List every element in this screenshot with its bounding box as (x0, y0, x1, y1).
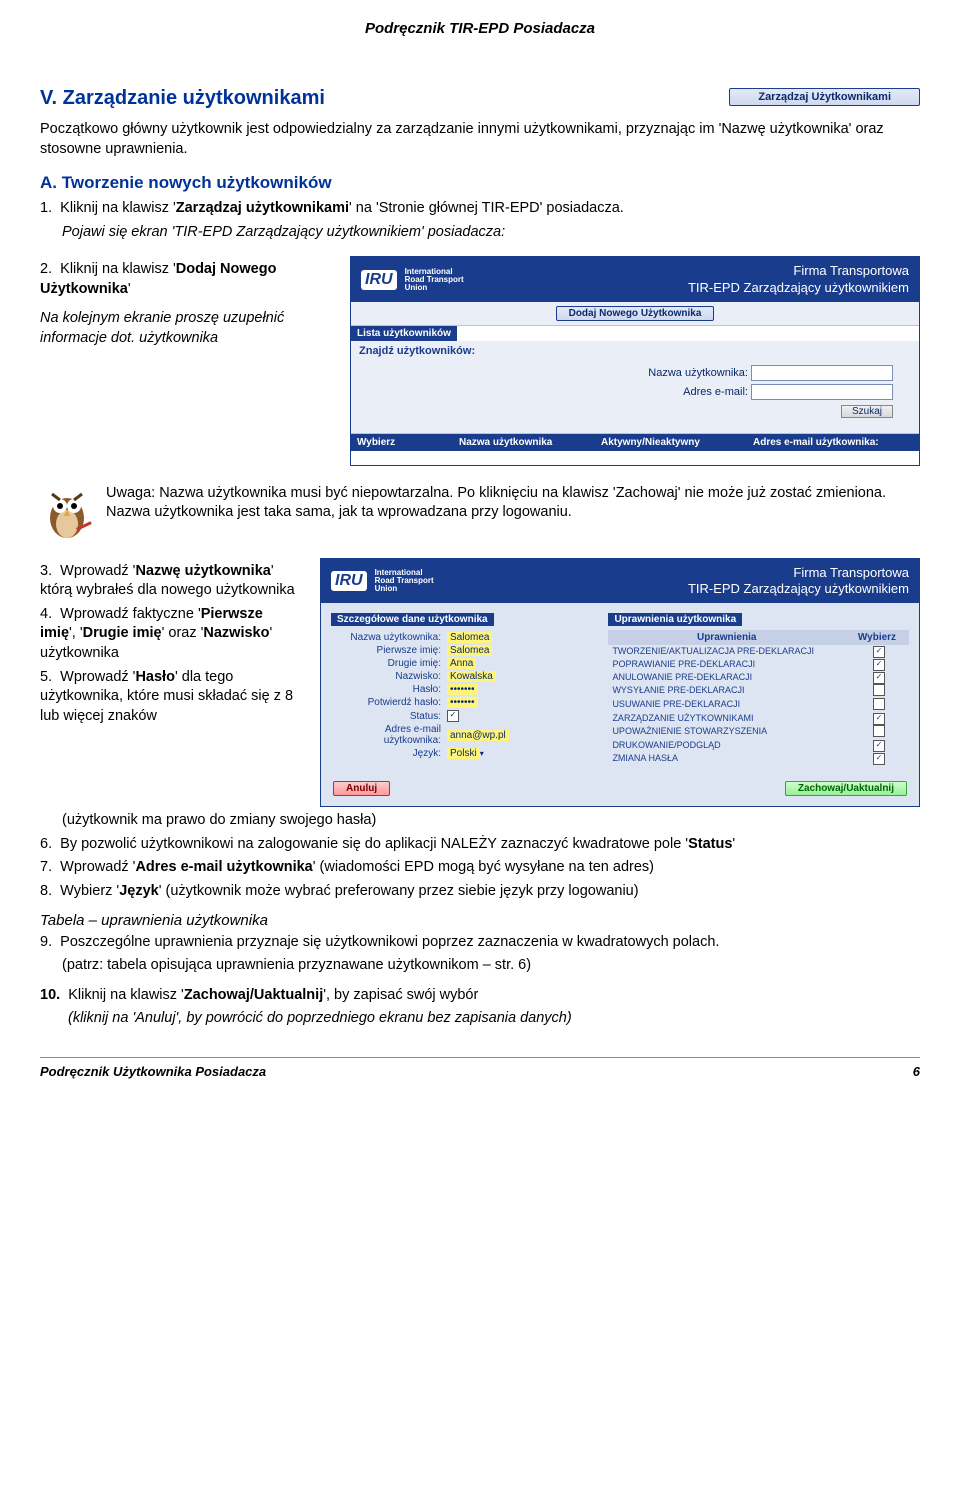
permission-checkbox[interactable] (873, 725, 885, 737)
find-users-label: Znajdź użytkowników: (359, 345, 475, 357)
iru-user-manager-screenshot-1: IRU International Road Transport Union F… (350, 256, 920, 466)
email-field[interactable]: anna@wp.pl (447, 730, 509, 741)
step-6: 6. By pozwolić użytkownikowi na zalogowa… (40, 835, 920, 855)
permission-label: POPRAWIANIE PRE-DEKLARACJI (608, 658, 849, 671)
permission-row: USUWANIE PRE-DEKLARACJI (608, 698, 909, 712)
cancel-button[interactable]: Anuluj (333, 781, 390, 796)
permission-label: ANULOWANIE PRE-DEKLARACJI (608, 671, 849, 684)
permission-label: TWORZENIE/AKTUALIZACJA PRE-DEKLARACJI (608, 645, 849, 658)
step-1: 1. Kliknij na klawisz 'Zarządzaj użytkow… (40, 199, 920, 219)
iru-logo: IRU (331, 571, 367, 591)
permission-row: UPOWAŻNIENIE STOWARZYSZENIA (608, 725, 909, 739)
permission-row: TWORZENIE/AKTUALIZACJA PRE-DEKLARACJI ✓ (608, 645, 909, 658)
password-field[interactable]: ••••••• (447, 684, 478, 695)
permission-label: UPOWAŻNIENIE STOWARZYSZENIA (608, 725, 849, 739)
step-3: 3. Wprowadź 'Nazwę użytkownika' którą wy… (40, 562, 300, 601)
section-v-heading: V. Zarządzanie użytkownikami (40, 87, 709, 110)
permission-checkbox[interactable]: ✓ (873, 713, 885, 725)
page-header-title: Podręcznik TIR-EPD Posiadacza (40, 20, 920, 37)
permission-label: ZMIANA HASŁA (608, 752, 849, 765)
permission-row: ANULOWANIE PRE-DEKLARACJI ✓ (608, 671, 909, 684)
footer-left: Podręcznik Użytkownika Posiadacza (40, 1064, 266, 1079)
permission-checkbox[interactable] (873, 684, 885, 696)
step-9-paren: (patrz: tabela opisująca uprawnienia prz… (40, 956, 920, 976)
permission-checkbox[interactable]: ✓ (873, 753, 885, 765)
permission-row: ZARZĄDZANIE UŻYTKOWNIKAMI ✓ (608, 712, 909, 725)
permission-checkbox[interactable]: ✓ (873, 659, 885, 671)
th-active: Aktywny/Nieaktywny (595, 434, 747, 451)
permission-label: ZARZĄDZANIE UŻYTKOWNIKAMI (608, 712, 849, 725)
secondname-field[interactable]: Anna (447, 658, 476, 669)
lastname-field[interactable]: Kowalska (447, 671, 496, 682)
email-search-input[interactable] (751, 384, 893, 400)
iru-screen-subtitle: TIR-EPD Zarządzający użytkownikiem (688, 280, 909, 295)
note-text: Uwaga: Nazwa użytkownika musi być niepow… (106, 484, 920, 523)
step-5-paren: (użytkownik ma prawo do zmiany swojego h… (40, 811, 920, 831)
step-5: 5. Wprowadź 'Hasło' dla tego użytkownika… (40, 668, 300, 727)
permission-label: USUWANIE PRE-DEKLARACJI (608, 698, 849, 712)
step-2: 2. Kliknij na klawisz 'Dodaj Nowego Użyt… (40, 260, 330, 299)
firstname-field[interactable]: Salomea (447, 645, 492, 656)
permission-checkbox[interactable]: ✓ (873, 646, 885, 658)
permission-checkbox[interactable] (873, 698, 885, 710)
user-list-label: Lista użytkowników (351, 326, 457, 341)
add-new-user-button[interactable]: Dodaj Nowego Użytkownika (556, 306, 715, 321)
permission-label: DRUKOWANIE/PODGLĄD (608, 739, 849, 752)
manage-users-button[interactable]: Zarządzaj Użytkownikami (729, 88, 920, 106)
permissions-table-heading: Tabela – uprawnienia użytkownika (40, 912, 920, 929)
save-update-button[interactable]: Zachowaj/Uaktualnij (785, 781, 907, 796)
section-v-intro: Początkowo główny użytkownik jest odpowi… (40, 120, 920, 159)
owl-icon (40, 484, 94, 544)
iru-logo: IRU (361, 270, 397, 290)
email-search-label: Adres e-mail: (683, 386, 748, 398)
search-button[interactable]: Szukaj (841, 405, 893, 418)
permission-checkbox[interactable]: ✓ (873, 740, 885, 752)
permission-row: ZMIANA HASŁA ✓ (608, 752, 909, 765)
footer-page-number: 6 (913, 1064, 920, 1079)
th-select: Wybierz (351, 434, 453, 451)
username-search-input[interactable] (751, 365, 893, 381)
language-field[interactable]: Polski (447, 748, 480, 759)
iru-user-manager-screenshot-2: IRU International Road Transport Union F… (320, 558, 920, 808)
step-10: 10. Kliknij na klawisz 'Zachowaj/Uaktual… (40, 986, 920, 1006)
step-8: 8. Wybierz 'Język' (użytkownik może wybr… (40, 882, 920, 902)
step-1-result: Pojawi się ekran 'TIR-EPD Zarządzający u… (40, 223, 920, 243)
username-field[interactable]: Salomea (447, 632, 492, 643)
username-search-label: Nazwa użytkownika: (648, 367, 748, 379)
th-email: Adres e-mail użytkownika: (747, 434, 919, 451)
user-details-tag: Szczegółowe dane użytkownika (331, 613, 494, 626)
th-username: Nazwa użytkownika (453, 434, 595, 451)
step-2-after: Na kolejnym ekranie proszę uzupełnić inf… (40, 309, 330, 348)
section-a-heading: A. Tworzenie nowych użytkowników (40, 173, 920, 193)
permission-row: WYSYŁANIE PRE-DEKLARACJI (608, 684, 909, 698)
step-9: 9. Poszczególne uprawnienia przyznaje si… (40, 933, 920, 953)
permission-checkbox[interactable]: ✓ (873, 672, 885, 684)
step-4: 4. Wprowadź faktyczne 'Pierwsze imię', '… (40, 605, 300, 664)
step-7: 7. Wprowadź 'Adres e-mail użytkownika' (… (40, 858, 920, 878)
permission-row: POPRAWIANIE PRE-DEKLARACJI ✓ (608, 658, 909, 671)
iru-firm-name: Firma Transportowa (793, 263, 909, 278)
permission-label: WYSYŁANIE PRE-DEKLARACJI (608, 684, 849, 698)
step-10-paren: (kliknij na 'Anuluj', by powrócić do pop… (40, 1009, 920, 1029)
user-permissions-tag: Uprawnienia użytkownika (608, 613, 742, 626)
password-confirm-field[interactable]: ••••••• (447, 697, 478, 708)
status-checkbox[interactable]: ✓ (447, 710, 459, 722)
permission-row: DRUKOWANIE/PODGLĄD ✓ (608, 739, 909, 752)
